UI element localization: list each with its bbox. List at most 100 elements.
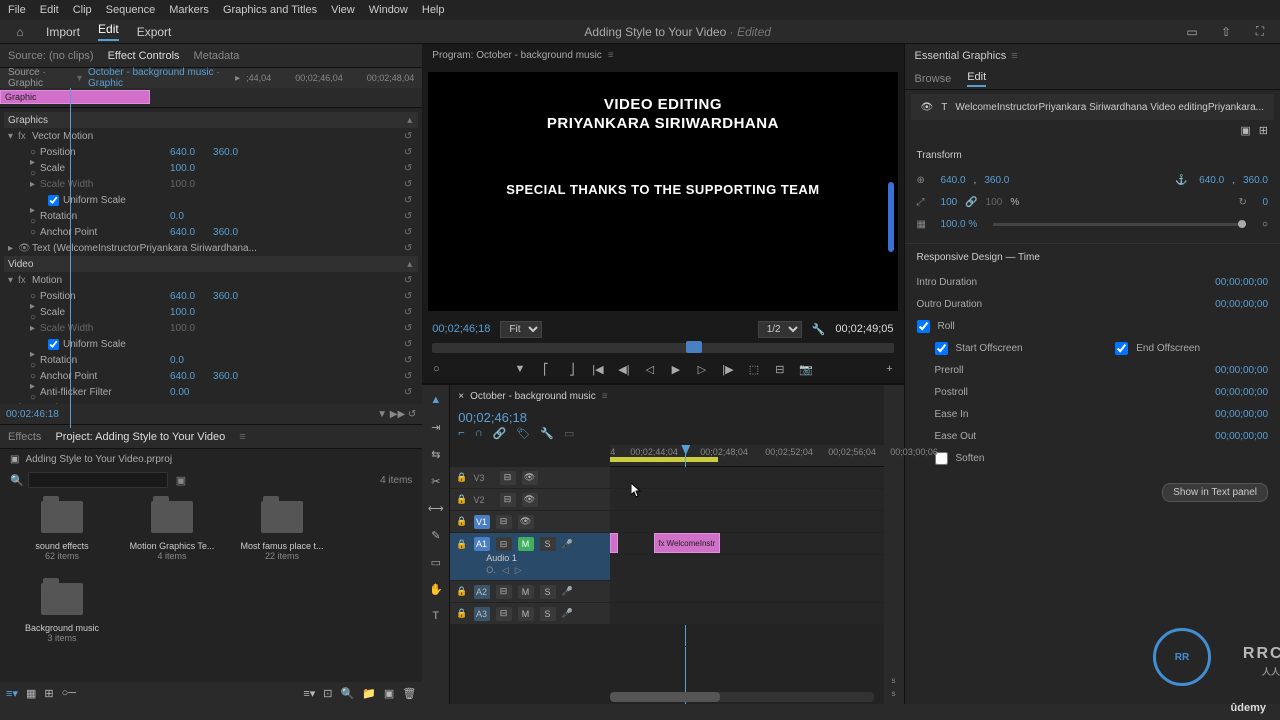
menu-clip[interactable]: Clip — [73, 4, 92, 16]
track-v3-header[interactable]: 🔒V3⊟👁 — [450, 467, 610, 489]
track-v2-header[interactable]: 🔒V2⊟👁 — [450, 489, 610, 511]
ec-anti-flicker[interactable]: ▸ ○Anti-flicker Filter0.00↺ — [4, 384, 418, 400]
tab-effect-controls[interactable]: Effect Controls — [108, 50, 180, 62]
eye-icon[interactable]: 👁 — [921, 102, 934, 113]
program-scrub-bar[interactable] — [432, 343, 893, 353]
track-a3-header[interactable]: 🔒A3⊟MS🎤 — [450, 603, 610, 625]
ec-opacity[interactable]: ▾fxOpacity↺ — [4, 400, 418, 404]
ec-motion-scale[interactable]: ▸ ○Scale100.0↺ — [4, 304, 418, 320]
add-marker-icon[interactable]: ▼ — [512, 361, 528, 377]
menu-sequence[interactable]: Sequence — [106, 4, 156, 16]
track-select-tool-icon[interactable]: ⇥ — [427, 418, 445, 436]
workspace-edit[interactable]: Edit — [98, 22, 119, 41]
tab-effects[interactable]: Effects — [8, 431, 41, 443]
ec-mini-timeline[interactable]: Graphic — [0, 88, 422, 108]
eg-preroll[interactable]: Preroll00;00;00;00 — [917, 359, 1268, 381]
tab-project[interactable]: Project: Adding Style to Your Video — [55, 431, 225, 443]
new-bin-btn[interactable]: 📁 — [362, 687, 376, 700]
settings-icon[interactable]: ○ — [428, 361, 444, 377]
eg-postroll[interactable]: Postroll00;00;00;00 — [917, 381, 1268, 403]
group-layer-icon[interactable]: ⊞ — [1259, 124, 1268, 142]
ec-motion-position[interactable]: ○Position640.0360.0↺ — [4, 288, 418, 304]
eg-opacity-row[interactable]: ▦100.0 %○ — [917, 213, 1268, 235]
icon-view-icon[interactable]: ▦ — [26, 687, 36, 700]
find-icon[interactable]: 🔍 — [341, 687, 355, 700]
snap-icon[interactable]: ⌐ — [458, 427, 464, 445]
freeform-view-icon[interactable]: ⊞ — [44, 687, 53, 700]
timeline-ruler[interactable]: 4 00;02;44;04 00;02;48;04 00;02;52;04 00… — [610, 445, 883, 467]
bin-background-music[interactable]: Background music3 items — [18, 583, 106, 643]
ec-mini-clip[interactable]: Graphic — [0, 90, 150, 104]
razor-tool-icon[interactable]: ✂ — [427, 472, 445, 490]
maximize-icon[interactable]: ⛶ — [1252, 24, 1268, 40]
menu-markers[interactable]: Markers — [169, 4, 209, 16]
eg-ease-in[interactable]: Ease In00;00;00;00 — [917, 403, 1268, 425]
close-seq-icon[interactable]: × — [458, 391, 464, 402]
workspace-import[interactable]: Import — [46, 25, 80, 39]
program-resolution-select[interactable]: 1/2 — [758, 321, 802, 338]
export-frame-icon[interactable]: 📷 — [798, 361, 814, 377]
eg-scale-row[interactable]: ⤢100🔗100%↻0 — [917, 191, 1268, 213]
ec-motion-uniform-scale[interactable]: Uniform Scale↺ — [4, 336, 418, 352]
hand-tool-icon[interactable]: ✋ — [427, 580, 445, 598]
quick-export-icon[interactable]: ▭ — [1184, 24, 1200, 40]
linked-sel-icon[interactable]: 🔗 — [493, 427, 507, 445]
menu-help[interactable]: Help — [422, 4, 445, 16]
eg-ease-out[interactable]: Ease Out00;00;00;00 — [917, 425, 1268, 447]
program-sequence-name[interactable]: Program: October - background music — [432, 50, 602, 61]
track-a2-header[interactable]: 🔒A2⊟MS🎤 — [450, 581, 610, 603]
timeline-track-area[interactable]: fxWelcomeInstr — [610, 467, 883, 625]
slip-tool-icon[interactable]: ⟷ — [427, 499, 445, 517]
step-back-icon[interactable]: ◀| — [616, 361, 632, 377]
extract-icon[interactable]: ⊟ — [772, 361, 788, 377]
mark-in-icon[interactable]: ⎡ — [538, 361, 554, 377]
new-item-btn[interactable]: ▣ — [384, 687, 394, 700]
selection-tool-icon[interactable]: ▲ — [427, 391, 445, 409]
home-icon[interactable]: ⌂ — [12, 24, 28, 40]
zoom-slider[interactable]: ○─ — [62, 687, 76, 699]
play-icon[interactable]: ▶ — [668, 361, 684, 377]
menu-edit[interactable]: Edit — [40, 4, 59, 16]
track-v1-header[interactable]: 🔒V1⊟👁 — [450, 511, 610, 533]
bin-famous-places[interactable]: Most famus place t...22 items — [238, 501, 326, 561]
eg-start-offscreen[interactable] — [935, 342, 948, 355]
tab-source[interactable]: Source: (no clips) — [8, 50, 94, 62]
search-icon[interactable]: 🔍 — [10, 474, 24, 487]
show-in-text-panel-button[interactable]: Show in Text panel — [1162, 483, 1268, 502]
frame-fwd-icon[interactable]: ▷ — [694, 361, 710, 377]
ec-scale[interactable]: ▸ ○Scale100.0↺ — [4, 160, 418, 176]
program-tc-current[interactable]: 00;02;46;18 — [432, 323, 490, 335]
mark-out-icon[interactable]: ⎦ — [564, 361, 580, 377]
wrench-icon[interactable]: 🔧 — [812, 323, 826, 336]
workspace-export[interactable]: Export — [137, 25, 172, 39]
frame-back-icon[interactable]: ◁ — [642, 361, 658, 377]
ec-uniform-scale[interactable]: Uniform Scale↺ — [4, 192, 418, 208]
menu-view[interactable]: View — [331, 4, 355, 16]
menu-window[interactable]: Window — [369, 4, 408, 16]
project-search-input[interactable] — [28, 472, 168, 488]
ripple-edit-tool-icon[interactable]: ⇆ — [427, 445, 445, 463]
eg-intro-duration[interactable]: Intro Duration00;00;00;00 — [917, 271, 1268, 293]
eg-end-offscreen[interactable] — [1115, 342, 1128, 355]
new-bin-icon[interactable]: ▣ — [176, 474, 186, 487]
type-tool-icon[interactable]: T — [427, 607, 445, 625]
eg-soften[interactable]: Soften — [917, 447, 1268, 469]
track-a1-header[interactable]: 🔒A1⊟MS🎤 Audio 1 O.◁▷ — [450, 533, 610, 581]
eg-roll[interactable]: Roll — [917, 315, 1268, 337]
auto-match-icon[interactable]: ⊡ — [323, 687, 332, 700]
trash-icon[interactable]: 🗑 — [402, 687, 416, 700]
ec-motion-anchor[interactable]: ○Anchor Point640.0360.0↺ — [4, 368, 418, 384]
timeline-sequence-name[interactable]: October - background music — [470, 391, 596, 402]
ec-sequence-link[interactable]: October - background music · Graphic — [88, 67, 229, 89]
program-fit-select[interactable]: Fit — [500, 321, 542, 338]
tab-metadata[interactable]: Metadata — [194, 50, 240, 62]
program-monitor[interactable]: VIDEO EDITING PRIYANKARA SIRIWARDHANA SP… — [428, 72, 897, 311]
share-icon[interactable]: ⇧ — [1218, 24, 1234, 40]
bin-motion-graphics[interactable]: Motion Graphics Te...4 items — [128, 501, 216, 561]
eg-tab-edit[interactable]: Edit — [967, 71, 986, 87]
list-view-icon[interactable]: ≡▾ — [6, 687, 18, 700]
ec-text-layer[interactable]: ▸👁Text (WelcomeInstructorPriyankara Siri… — [4, 240, 418, 256]
wrench2-icon[interactable]: 🔧 — [540, 427, 554, 445]
menu-graphics[interactable]: Graphics and Titles — [223, 4, 317, 16]
ec-motion-rotation[interactable]: ▸ ○Rotation0.0↺ — [4, 352, 418, 368]
